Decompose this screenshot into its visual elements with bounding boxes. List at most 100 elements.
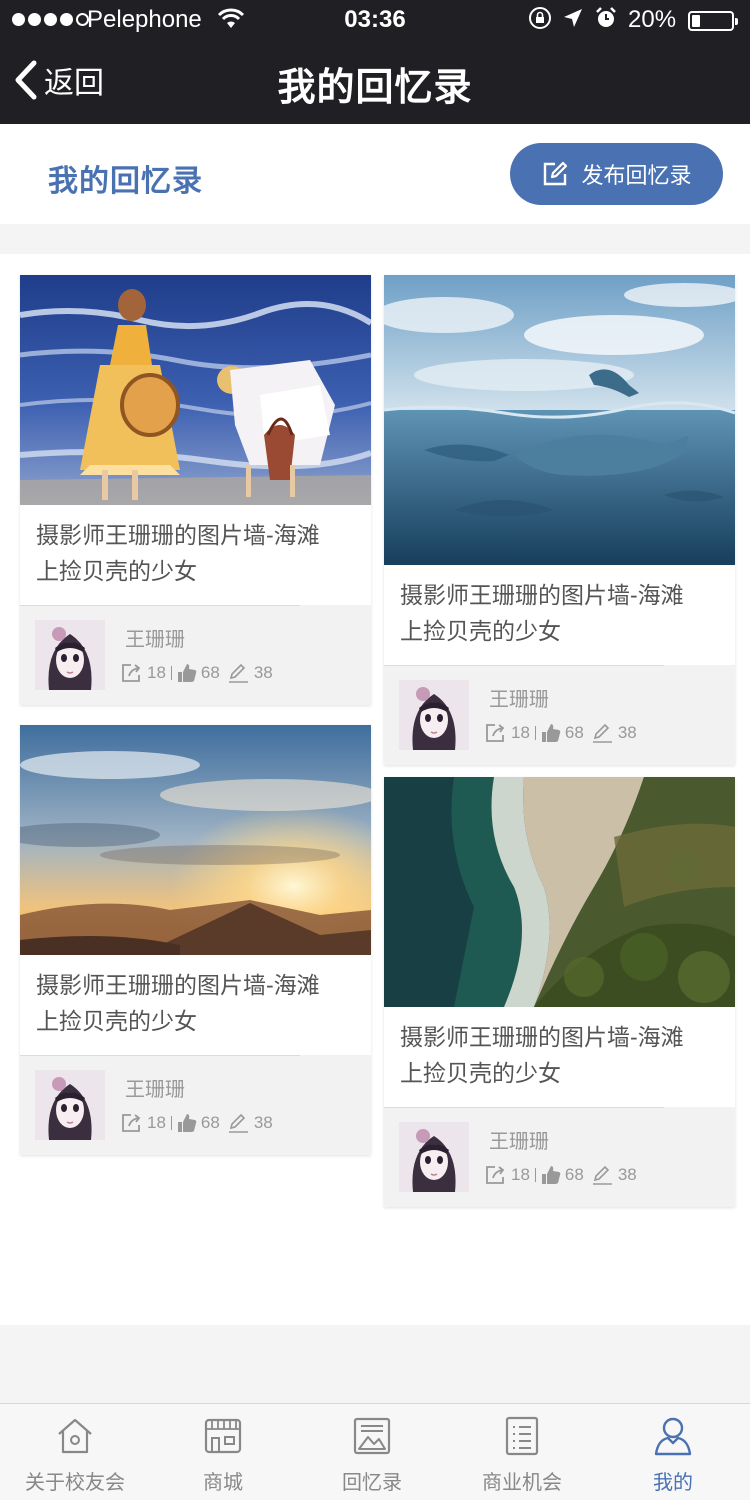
pencil-icon — [228, 663, 248, 683]
share-count: 18 — [147, 663, 166, 682]
share-icon — [122, 664, 141, 682]
memoir-card[interactable]: 摄影师王珊珊的图片墙-海滩 上捡贝壳的少女 王珊珊 18 68 38 — [20, 725, 371, 1155]
card-meta: 王珊珊 18 68 38 — [384, 1107, 735, 1207]
card-caption[interactable]: 摄影师王珊珊的图片墙-海滩 上捡贝壳的少女 — [384, 1007, 735, 1107]
share-stat[interactable]: 18 — [121, 1113, 166, 1133]
tab-label: 回忆录 — [342, 1472, 402, 1494]
card-meta: 王珊珊 18 68 38 — [384, 665, 735, 765]
memoir-card[interactable]: 摄影师王珊珊的图片墙-海滩 上捡贝壳的少女 王珊珊 18 68 38 — [20, 275, 371, 705]
comment-stat[interactable]: 38 — [228, 1113, 273, 1133]
caption-line: 摄影师王珊珊的图片墙-海滩 — [36, 972, 320, 998]
share-stat[interactable]: 18 — [485, 1165, 530, 1185]
comment-count: 38 — [617, 723, 637, 742]
share-count: 18 — [147, 1113, 166, 1132]
memoir-card[interactable]: 摄影师王珊珊的图片墙-海滩 上捡贝壳的少女 王珊珊 18 68 38 — [384, 275, 735, 765]
like-stat[interactable]: 68 — [177, 1113, 220, 1133]
share-icon — [486, 1166, 505, 1184]
card-stats: 18 68 38 — [121, 1113, 273, 1133]
like-stat[interactable]: 68 — [541, 723, 584, 743]
like-count: 68 — [200, 663, 220, 682]
tab-label: 关于校友会 — [25, 1472, 125, 1494]
card-stats: 18 68 38 — [121, 663, 273, 683]
like-stat[interactable]: 68 — [541, 1165, 584, 1185]
page-title: 我的回忆录 — [277, 67, 473, 109]
caption-line: 上捡贝壳的少女 — [400, 618, 561, 644]
card-stats: 18 68 38 — [485, 1165, 637, 1185]
comment-count: 38 — [253, 663, 273, 682]
tab-label: 商城 — [203, 1472, 243, 1494]
rotation-lock-icon — [529, 7, 551, 29]
share-count: 18 — [511, 1165, 530, 1184]
like-stat[interactable]: 68 — [177, 663, 220, 683]
thumbs-up-icon — [541, 1166, 561, 1184]
comment-stat[interactable]: 38 — [228, 663, 273, 683]
tab-label: 我的 — [653, 1472, 693, 1494]
author-name: 王珊珊 — [125, 629, 185, 651]
share-icon — [486, 724, 505, 742]
divider — [20, 1055, 300, 1056]
like-count: 68 — [200, 1113, 220, 1132]
gallery-icon — [353, 1417, 391, 1455]
card-image[interactable] — [384, 777, 735, 1007]
comment-count: 38 — [617, 1165, 637, 1184]
card-caption[interactable]: 摄影师王珊珊的图片墙-海滩 上捡贝壳的少女 — [20, 955, 371, 1055]
card-meta: 王珊珊 18 68 38 — [20, 605, 371, 705]
user-icon — [654, 1417, 692, 1456]
thumbs-up-icon — [177, 1114, 197, 1132]
status-bar: Pelephone 03:36 20% — [0, 0, 750, 40]
avatar[interactable] — [399, 680, 469, 750]
section-header: 我的回忆录 发布回忆录 — [0, 124, 750, 224]
like-count: 68 — [564, 1165, 584, 1184]
card-image[interactable] — [384, 275, 735, 565]
caption-line: 摄影师王珊珊的图片墙-海滩 — [36, 522, 320, 548]
card-meta: 王珊珊 18 68 38 — [20, 1055, 371, 1155]
share-icon — [122, 1114, 141, 1132]
document-icon — [505, 1416, 539, 1456]
tab-alumni-association[interactable]: 关于校友会 — [0, 1404, 150, 1500]
home-icon — [58, 1418, 92, 1454]
comment-count: 38 — [253, 1113, 273, 1132]
comment-stat[interactable]: 38 — [592, 1165, 637, 1185]
tab-memoir[interactable]: 回忆录 — [297, 1404, 447, 1500]
card-image[interactable] — [20, 725, 371, 955]
comment-stat[interactable]: 38 — [592, 723, 637, 743]
memoir-card[interactable]: 摄影师王珊珊的图片墙-海滩 上捡贝壳的少女 王珊珊 18 68 38 — [384, 777, 735, 1207]
thumbs-up-icon — [177, 664, 197, 682]
author-name: 王珊珊 — [489, 1131, 549, 1153]
caption-line: 上捡贝壳的少女 — [36, 558, 197, 584]
tab-shop[interactable]: 商城 — [148, 1404, 298, 1500]
author-name: 王珊珊 — [489, 689, 549, 711]
card-caption[interactable]: 摄影师王珊珊的图片墙-海滩 上捡贝壳的少女 — [20, 505, 371, 605]
avatar[interactable] — [35, 1070, 105, 1140]
caption-line: 摄影师王珊珊的图片墙-海滩 — [400, 582, 684, 608]
alarm-icon — [596, 7, 616, 27]
card-caption[interactable]: 摄影师王珊珊的图片墙-海滩 上捡贝壳的少女 — [384, 565, 735, 665]
card-stats: 18 68 38 — [485, 723, 637, 743]
battery-icon — [688, 11, 738, 31]
publish-label: 发布回忆录 — [581, 163, 692, 188]
like-count: 68 — [564, 723, 584, 742]
author-name: 王珊珊 — [125, 1079, 185, 1101]
battery-percent: 20% — [628, 6, 677, 33]
tab-bar: 关于校友会 商城 回忆录 商业机会 我的 — [0, 1403, 750, 1500]
section-title: 我的回忆录 — [48, 165, 203, 198]
tab-mine[interactable]: 我的 — [598, 1404, 748, 1500]
share-stat[interactable]: 18 — [121, 663, 166, 683]
caption-line: 上捡贝壳的少女 — [36, 1008, 197, 1034]
card-image[interactable] — [20, 275, 371, 505]
caption-line: 上捡贝壳的少女 — [400, 1060, 561, 1086]
divider — [20, 605, 300, 606]
pencil-icon — [228, 1113, 248, 1133]
tab-business-opportunities[interactable]: 商业机会 — [447, 1404, 597, 1500]
thumbs-up-icon — [541, 724, 561, 742]
avatar[interactable] — [35, 620, 105, 690]
top-bar: Pelephone 03:36 20% 返回 我的回忆录 — [0, 0, 750, 124]
divider — [384, 1107, 664, 1108]
share-stat[interactable]: 18 — [485, 723, 530, 743]
avatar[interactable] — [399, 1122, 469, 1192]
publish-memoir-button[interactable]: 发布回忆录 — [510, 143, 723, 205]
pencil-icon — [592, 723, 612, 743]
tab-label: 商业机会 — [482, 1472, 562, 1494]
share-count: 18 — [511, 723, 530, 742]
location-arrow-icon — [564, 9, 582, 27]
